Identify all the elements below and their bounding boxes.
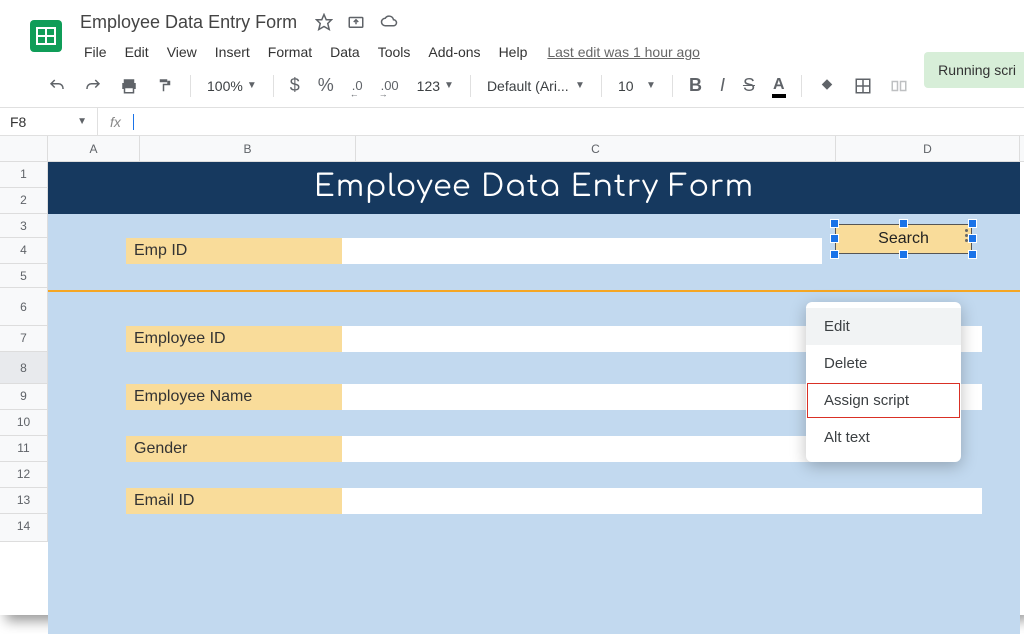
resize-handle[interactable] [899,250,908,259]
paint-format-button[interactable] [150,73,180,99]
sheets-logo-icon[interactable] [28,13,64,59]
resize-handle[interactable] [830,250,839,259]
running-script-toast: Running scri [924,52,1024,88]
toolbar: 100%▼ $ % .0← .00→ 123▼ Default (Ari...▼… [0,64,1024,108]
ctx-edit[interactable]: Edit [806,308,961,345]
star-icon[interactable] [315,13,333,31]
label-emp-id: Emp ID [126,238,342,264]
col-header-A[interactable]: A [48,136,140,161]
formula-bar-row: F8▼ fx [0,108,1024,136]
ctx-assign-script[interactable]: Assign script [806,382,961,419]
label-gender: Gender [126,436,342,462]
row-header[interactable]: 2 [0,188,48,214]
print-button[interactable] [114,73,144,99]
borders-button[interactable] [848,73,878,99]
row-header[interactable]: 10 [0,410,48,436]
font-select[interactable]: Default (Ari...▼ [481,74,591,98]
search-button-label: Search [878,230,929,248]
spreadsheet-grid[interactable]: A B C D 1 2 3 4 5 6 7 8 9 10 11 12 13 14… [0,136,1024,162]
menu-edit[interactable]: Edit [117,40,157,64]
search-drawing-selected[interactable]: Search [835,224,972,254]
row-header[interactable]: 14 [0,514,48,542]
resize-handle[interactable] [899,219,908,228]
decrease-decimal-button[interactable]: .0← [346,74,369,97]
redo-button[interactable] [78,73,108,99]
context-menu: Edit Delete Assign script Alt text [806,302,961,462]
resize-handle[interactable] [968,250,977,259]
row-header-selected[interactable]: 8 [0,352,48,384]
move-icon[interactable] [347,13,365,31]
resize-handle[interactable] [830,219,839,228]
ctx-alt-text[interactable]: Alt text [806,419,961,456]
text-color-button[interactable]: A [767,72,791,100]
form-title: Employee Data Entry Form [48,162,1020,214]
label-employee-name: Employee Name [126,384,342,410]
column-headers: A B C D [0,136,1024,162]
row-header[interactable]: 12 [0,462,48,488]
resize-handle[interactable] [830,234,839,243]
col-header-D[interactable]: D [836,136,1020,161]
label-email-id: Email ID [126,488,342,514]
row-header[interactable]: 3 [0,214,48,238]
row-header[interactable]: 1 [0,162,48,188]
app-window: Employee Data Entry Form File Edit View … [0,0,1024,615]
document-title[interactable]: Employee Data Entry Form [76,10,301,35]
title-bar: Employee Data Entry Form File Edit View … [0,0,1024,64]
label-employee-id: Employee ID [126,326,342,352]
cloud-saved-icon[interactable] [379,13,399,31]
increase-decimal-button[interactable]: .00→ [375,74,405,97]
col-header-B[interactable]: B [140,136,356,161]
input-gender[interactable] [342,436,822,462]
format-percent-button[interactable]: % [312,71,340,100]
menu-bar: File Edit View Insert Format Data Tools … [76,40,996,64]
bold-button[interactable]: B [683,71,708,100]
menu-tools[interactable]: Tools [370,40,419,64]
row-header[interactable]: 5 [0,264,48,288]
menu-file[interactable]: File [76,40,115,64]
row-header[interactable]: 6 [0,288,48,326]
col-header-C[interactable]: C [356,136,836,161]
name-box[interactable]: F8▼ [0,108,98,135]
last-edit-link[interactable]: Last edit was 1 hour ago [547,44,700,60]
row-header[interactable]: 7 [0,326,48,352]
row-header[interactable]: 4 [0,238,48,264]
strikethrough-button[interactable]: S [737,71,761,100]
format-currency-button[interactable]: $ [284,71,306,100]
divider-line [48,290,1020,292]
resize-handle[interactable] [968,219,977,228]
menu-view[interactable]: View [159,40,205,64]
input-email-id[interactable] [342,488,982,514]
row-header[interactable]: 11 [0,436,48,462]
select-all-corner[interactable] [0,136,48,161]
undo-button[interactable] [42,73,72,99]
menu-data[interactable]: Data [322,40,368,64]
ctx-delete[interactable]: Delete [806,345,961,382]
fill-color-button[interactable] [812,73,842,99]
zoom-select[interactable]: 100%▼ [201,74,263,98]
menu-format[interactable]: Format [260,40,320,64]
menu-help[interactable]: Help [491,40,536,64]
fx-label: fx [98,114,133,130]
font-size-select[interactable]: 10▼ [612,74,662,98]
formula-cursor [133,114,134,130]
italic-button[interactable]: I [714,71,731,100]
input-emp-id[interactable] [342,238,822,264]
menu-addons[interactable]: Add-ons [420,40,488,64]
row-header[interactable]: 13 [0,488,48,514]
menu-insert[interactable]: Insert [207,40,258,64]
merge-cells-button[interactable] [884,73,914,99]
row-header[interactable]: 9 [0,384,48,410]
resize-handle[interactable] [968,234,977,243]
more-formats-select[interactable]: 123▼ [411,74,460,98]
